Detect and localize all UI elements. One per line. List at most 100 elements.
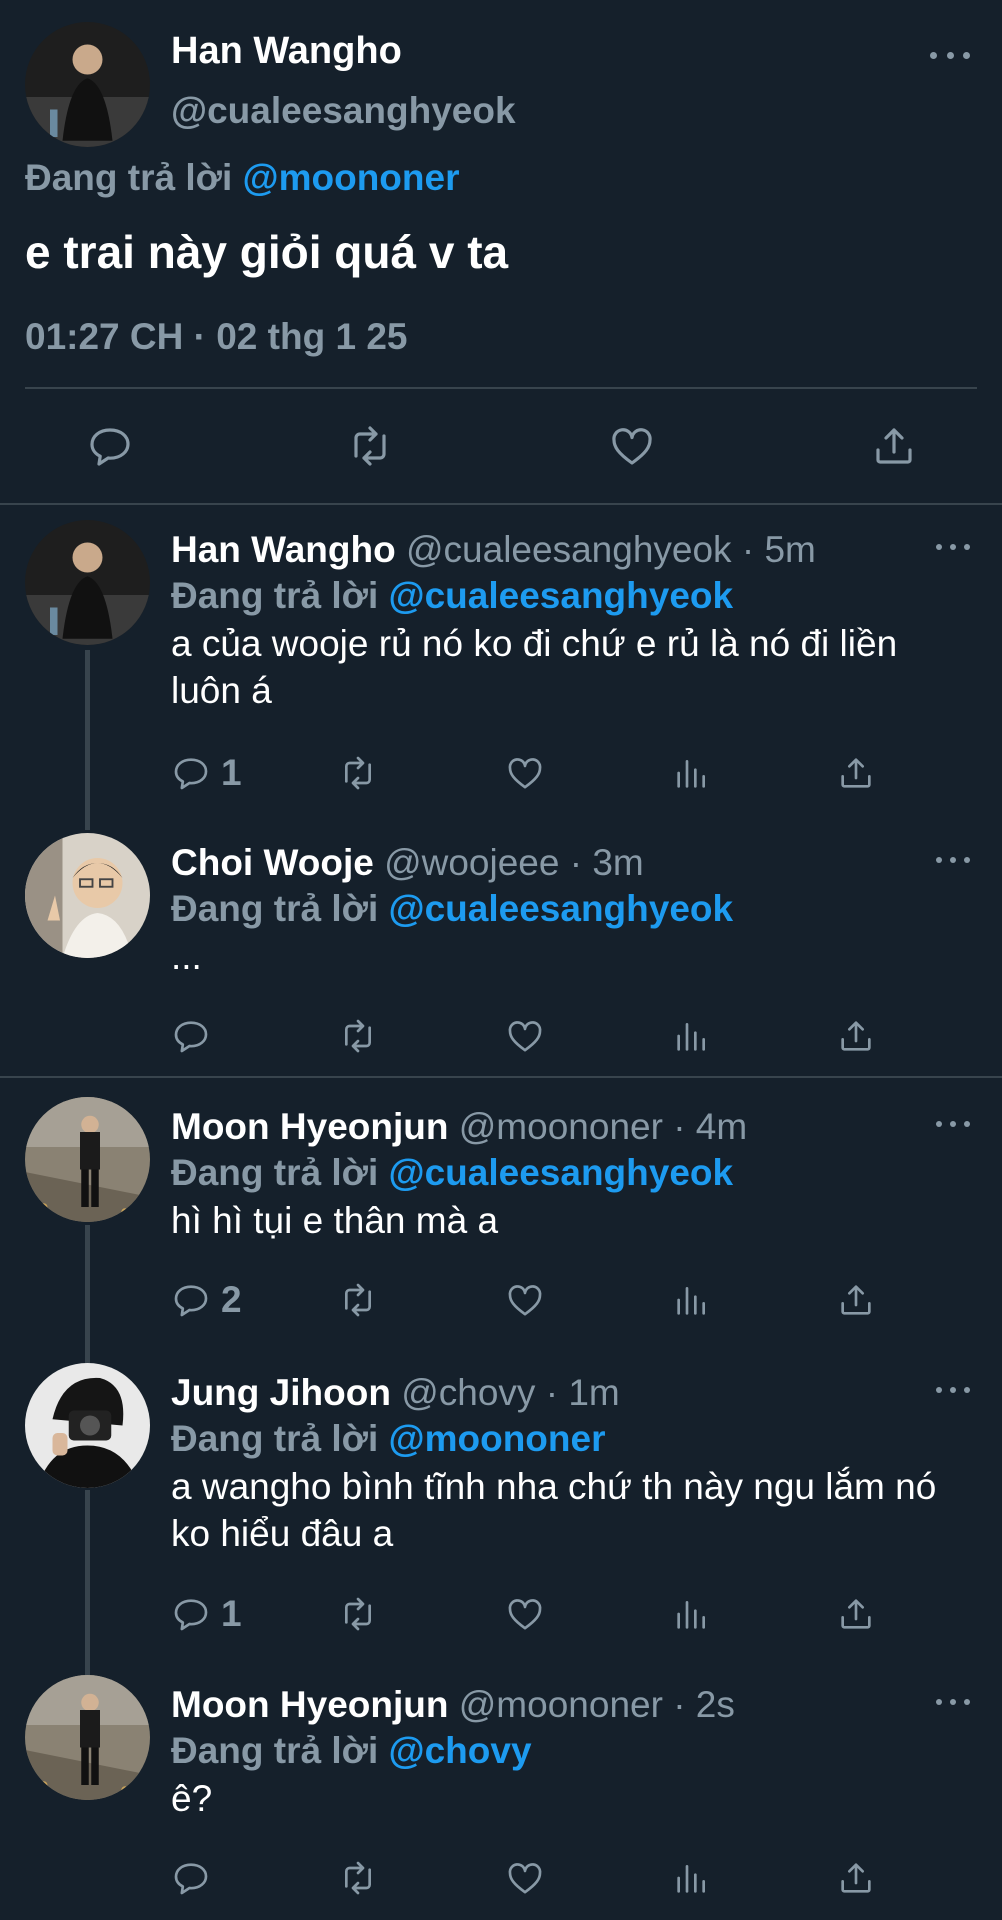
- replying-to-mention[interactable]: @moononer: [389, 1418, 606, 1459]
- like-button[interactable]: [505, 1855, 545, 1901]
- share-button[interactable]: [836, 1277, 876, 1323]
- replying-to-prefix: Đang trả lời: [25, 157, 233, 198]
- retweet-button[interactable]: [338, 750, 378, 796]
- author-name[interactable]: Han Wangho: [171, 30, 402, 73]
- reply-button[interactable]: [84, 420, 136, 472]
- replying-to-mention[interactable]: @chovy: [389, 1730, 532, 1771]
- retweet-button[interactable]: [338, 1591, 378, 1637]
- reply-button[interactable]: 1: [171, 1591, 242, 1637]
- author-handle[interactable]: @cualeesanghyeok · 5m: [406, 529, 816, 570]
- tweet-actions: [0, 1855, 1002, 1901]
- reply-header: Moon Hyeonjun @moononer · 2s: [171, 1683, 735, 1727]
- retweet-icon: [345, 756, 371, 790]
- analytics-icon: [677, 1287, 705, 1315]
- reply-header: Moon Hyeonjun @moononer · 4m: [171, 1105, 747, 1149]
- tweet-actions: [0, 420, 1002, 472]
- share-icon: [841, 758, 871, 788]
- analytics-button[interactable]: [672, 1855, 712, 1901]
- reply-tweet[interactable]: Jung Jihoon @chovy · 1m Đang trả lời @mo…: [0, 1363, 1002, 1663]
- replying-to-mention[interactable]: @cualeesanghyeok: [389, 888, 734, 929]
- reply-button[interactable]: 1: [171, 750, 242, 796]
- author-name[interactable]: Choi Wooje: [171, 842, 374, 883]
- share-button[interactable]: [836, 1591, 876, 1637]
- divider: [25, 387, 977, 389]
- reply-count: 1: [221, 752, 242, 793]
- replying-to: Đang trả lời @cualeesanghyeok: [171, 887, 733, 931]
- avatar[interactable]: [25, 1675, 150, 1800]
- reply-tweet[interactable]: Moon Hyeonjun @moononer · 2s Đang trả lờ…: [0, 1675, 1002, 1920]
- more-icon[interactable]: [936, 855, 970, 865]
- like-button[interactable]: [505, 1591, 545, 1637]
- tweet-timestamp[interactable]: 01:27 CH · 02 thg 1 25: [25, 316, 407, 358]
- avatar[interactable]: [25, 1363, 150, 1488]
- reply-tweet[interactable]: Choi Wooje @woojeee · 3m Đang trả lời @c…: [0, 833, 1002, 1073]
- share-icon: [841, 1599, 871, 1629]
- tweet-text: ê?: [171, 1778, 213, 1819]
- replying-to: Đang trả lời @cualeesanghyeok: [171, 574, 733, 618]
- retweet-button[interactable]: [338, 1013, 378, 1059]
- author-handle[interactable]: @woojeee · 3m: [384, 842, 644, 883]
- reply-tweet[interactable]: Moon Hyeonjun @moononer · 4m Đang trả lờ…: [0, 1097, 1002, 1357]
- more-icon[interactable]: [936, 1697, 970, 1707]
- like-button[interactable]: [505, 1277, 545, 1323]
- replying-to-mention[interactable]: @cualeesanghyeok: [389, 575, 734, 616]
- analytics-button[interactable]: [672, 1591, 712, 1637]
- retweet-icon: [345, 1283, 371, 1317]
- divider: [0, 1076, 1002, 1078]
- like-icon: [508, 1021, 542, 1052]
- analytics-button[interactable]: [672, 1013, 712, 1059]
- tweet-text: hì hì tụi e thân mà a: [171, 1200, 499, 1241]
- more-icon[interactable]: [930, 48, 970, 62]
- retweet-button[interactable]: [338, 1277, 378, 1323]
- author-name[interactable]: Moon Hyeonjun: [171, 1106, 448, 1147]
- share-button[interactable]: [836, 1855, 876, 1901]
- retweet-icon: [345, 1597, 371, 1631]
- reply-tweet[interactable]: Han Wangho @cualeesanghyeok · 5m Đang tr…: [0, 520, 1002, 820]
- tweet-text: a của wooje rủ nó ko đi chứ e rủ là nó đ…: [171, 623, 898, 711]
- author-handle[interactable]: @moononer · 4m: [459, 1106, 747, 1147]
- retweet-icon: [345, 1019, 371, 1053]
- avatar[interactable]: [25, 22, 150, 147]
- replying-to-mention[interactable]: @cualeesanghyeok: [389, 1152, 734, 1193]
- share-icon: [841, 1021, 871, 1051]
- avatar[interactable]: [25, 520, 150, 645]
- reply-button[interactable]: 2: [171, 1277, 242, 1323]
- analytics-icon: [677, 1601, 705, 1629]
- share-button[interactable]: [868, 420, 920, 472]
- replying-to-mention[interactable]: @moononer: [243, 157, 460, 198]
- author-name[interactable]: Moon Hyeonjun: [171, 1684, 448, 1725]
- more-icon[interactable]: [936, 1385, 970, 1395]
- more-icon[interactable]: [936, 1119, 970, 1129]
- like-button[interactable]: [505, 750, 545, 796]
- author-handle[interactable]: @chovy · 1m: [401, 1372, 620, 1413]
- author-name[interactable]: Han Wangho: [171, 529, 396, 570]
- share-icon: [841, 1285, 871, 1315]
- analytics-button[interactable]: [672, 750, 712, 796]
- avatar[interactable]: [25, 833, 150, 958]
- share-button[interactable]: [836, 1013, 876, 1059]
- author-handle[interactable]: @moononer · 2s: [459, 1684, 735, 1725]
- tweet-actions: 1: [0, 1591, 1002, 1637]
- author-handle[interactable]: @cualeesanghyeok: [171, 90, 516, 132]
- reply-icon: [174, 1021, 208, 1053]
- share-icon: [841, 1863, 871, 1893]
- retweet-button[interactable]: [338, 1855, 378, 1901]
- avatar[interactable]: [25, 1097, 150, 1222]
- avatar-image: [25, 520, 150, 645]
- reply-button[interactable]: [171, 1013, 221, 1059]
- tweet-thread-page: Han Wangho @cualeesanghyeok Đang trả lời…: [0, 0, 1002, 1920]
- avatar-image: [25, 1097, 150, 1222]
- retweet-icon: [354, 426, 386, 466]
- author-name[interactable]: Jung Jihoon: [171, 1372, 391, 1413]
- replying-to: Đang trả lời @cualeesanghyeok: [171, 1151, 733, 1195]
- retweet-button[interactable]: [344, 420, 396, 472]
- like-button[interactable]: [505, 1013, 545, 1059]
- replying-to-prefix: Đang trả lời: [171, 575, 379, 616]
- like-button[interactable]: [606, 420, 658, 472]
- analytics-button[interactable]: [672, 1277, 712, 1323]
- like-icon: [508, 758, 542, 789]
- reply-button[interactable]: [171, 1855, 221, 1901]
- more-icon[interactable]: [936, 542, 970, 552]
- share-button[interactable]: [836, 750, 876, 796]
- reply-count: 2: [221, 1279, 242, 1320]
